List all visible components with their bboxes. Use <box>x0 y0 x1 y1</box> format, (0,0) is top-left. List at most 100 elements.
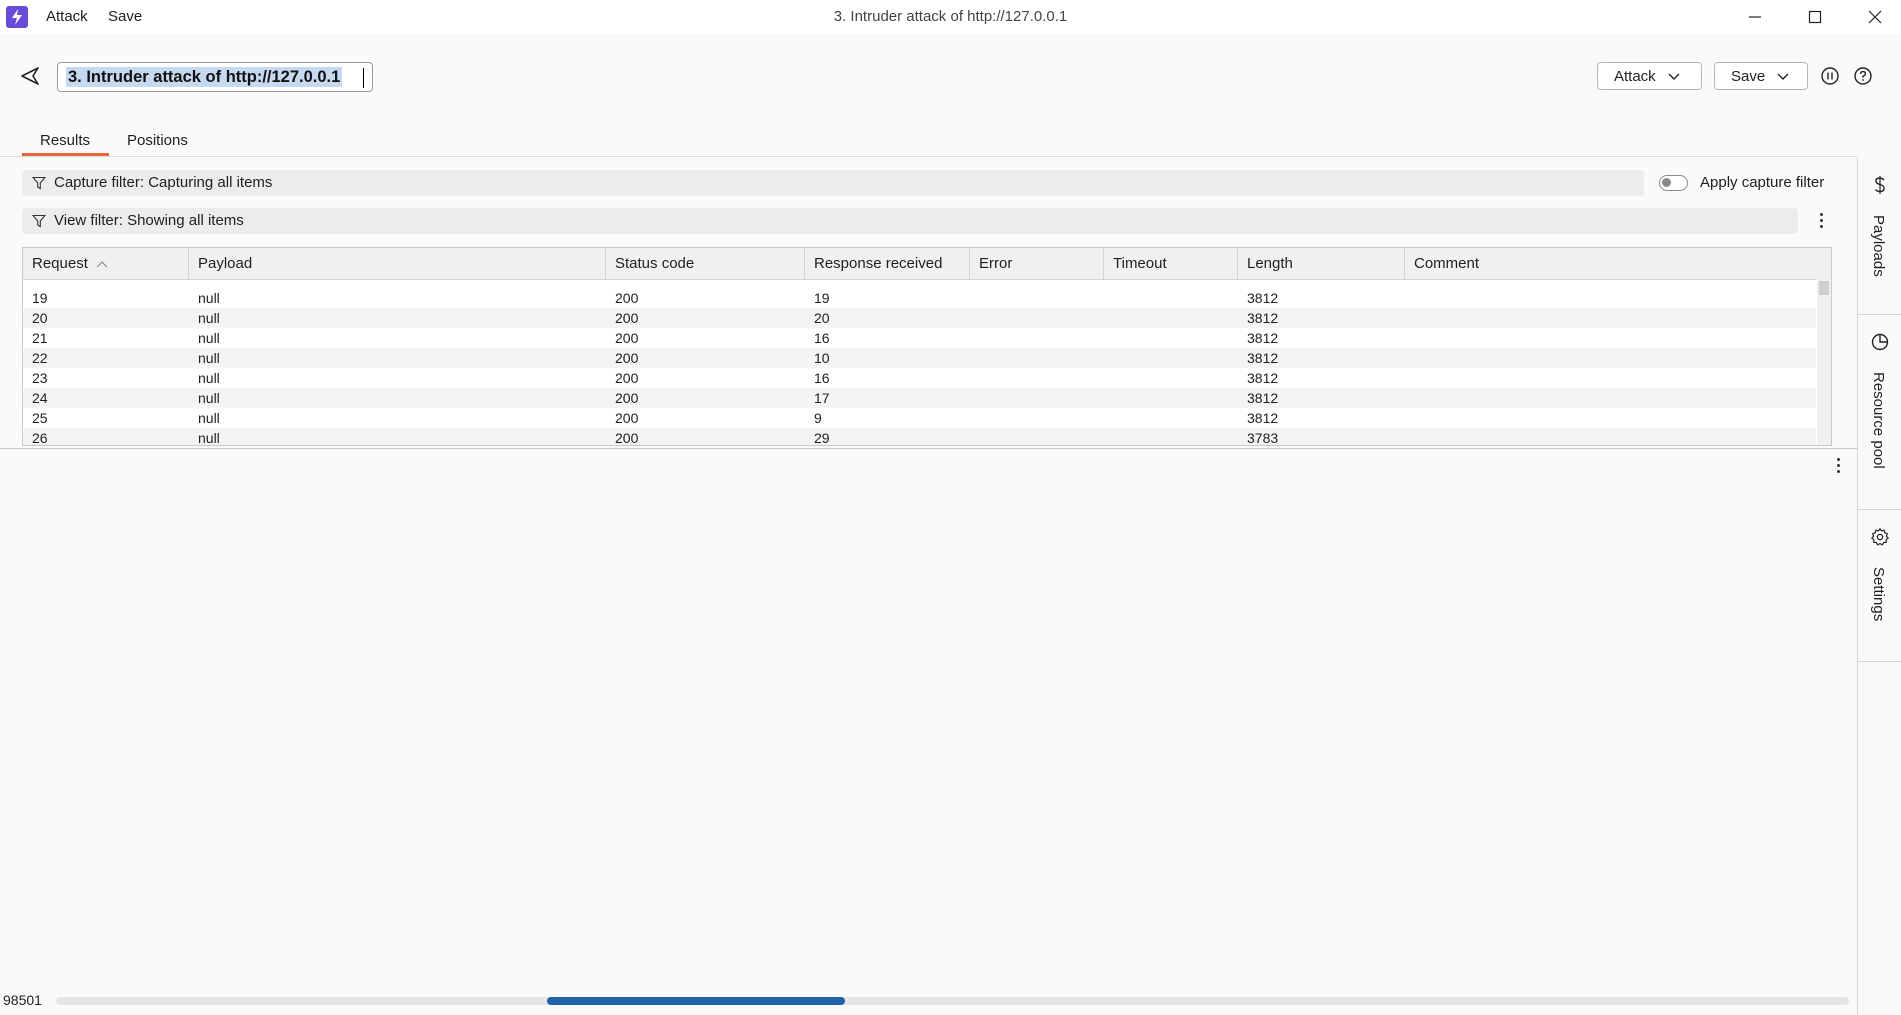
table-cell: 200 <box>615 330 639 346</box>
capture-filter-bar[interactable]: Capture filter: Capturing all items <box>22 170 1644 196</box>
sort-ascending-icon <box>96 261 108 268</box>
attack-name-input[interactable]: 3. Intruder attack of http://127.0.0.1 <box>57 62 373 92</box>
sidebar-item-resource-pool[interactable]: Resource pool <box>1858 314 1901 510</box>
table-options-button[interactable] <box>1817 213 1825 231</box>
attack-dropdown-label: Attack <box>1614 68 1656 85</box>
table-row[interactable]: 25 null 200 9 3812 <box>23 408 1816 428</box>
tab-results[interactable]: Results <box>40 132 90 149</box>
sidebar-label-payloads: Payloads <box>1870 215 1887 277</box>
filter-icon <box>32 214 46 228</box>
table-cell: 19 <box>814 290 830 306</box>
table-cell: 10 <box>814 350 830 366</box>
right-sidebar: Payloads Resource pool Settings <box>1857 157 1901 1015</box>
table-cell: 3812 <box>1247 350 1279 366</box>
window-title: 3. Intruder attack of http://127.0.0.1 <box>833 8 1068 25</box>
table-cell: 23 <box>32 370 48 386</box>
table-cell: 3812 <box>1247 290 1279 306</box>
view-filter-label: View filter: Showing all items <box>54 212 244 229</box>
table-cell: null <box>198 350 220 366</box>
save-dropdown-button[interactable]: Save <box>1714 62 1808 90</box>
dollar-icon <box>1874 176 1885 194</box>
request-count: 98501 <box>3 992 42 1008</box>
table-cell: 200 <box>615 350 639 366</box>
table-cell: 16 <box>814 370 830 386</box>
table-cell: null <box>198 390 220 406</box>
table-row[interactable]: 21 null 200 16 3812 <box>23 328 1816 348</box>
table-row[interactable]: 24 null 200 17 3812 <box>23 388 1816 408</box>
table-cell: 200 <box>615 290 639 306</box>
filter-icon <box>32 176 46 190</box>
close-window-button[interactable] <box>1854 4 1896 30</box>
sidebar-label-resource-pool: Resource pool <box>1870 372 1887 469</box>
table-cell: 200 <box>615 410 639 426</box>
send-back-icon <box>21 67 39 85</box>
back-button[interactable] <box>18 64 46 90</box>
table-scroll-thumb[interactable] <box>1819 281 1829 295</box>
table-cell: 3783 <box>1247 430 1279 446</box>
table-cell: 19 <box>32 290 48 306</box>
split-divider[interactable] <box>0 448 1857 449</box>
table-row[interactable]: 22 null 200 10 3812 <box>23 348 1816 368</box>
table-cell: 3812 <box>1247 410 1279 426</box>
sidebar-item-settings[interactable]: Settings <box>1858 509 1901 662</box>
table-row[interactable]: 26 null 200 29 3783 <box>23 428 1816 446</box>
attack-name-text: 3. Intruder attack of http://127.0.0.1 <box>66 67 343 87</box>
maximize-button[interactable] <box>1794 4 1836 30</box>
lower-panel-options-button[interactable] <box>1834 458 1842 476</box>
table-row-partial[interactable] <box>23 268 1816 288</box>
close-icon <box>1868 10 1882 24</box>
chevron-down-icon <box>1777 73 1789 80</box>
minimize-icon <box>1749 16 1761 18</box>
table-cell: null <box>198 410 220 426</box>
table-vertical-scrollbar[interactable] <box>1817 279 1831 445</box>
view-filter-bar[interactable]: View filter: Showing all items <box>22 208 1798 234</box>
table-cell: 20 <box>814 310 830 326</box>
results-table: Request Payload Status code Response rec… <box>22 247 1832 446</box>
table-row[interactable]: 19 null 200 19 3812 <box>23 288 1816 308</box>
horizontal-scroll-thumb[interactable] <box>547 997 845 1005</box>
capture-filter-label: Capture filter: Capturing all items <box>54 174 273 191</box>
table-row[interactable]: 23 null 200 16 3812 <box>23 368 1816 388</box>
table-row[interactable]: 20 null 200 20 3812 <box>23 308 1816 328</box>
table-cell: 3812 <box>1247 310 1279 326</box>
help-button[interactable] <box>1852 65 1874 87</box>
table-cell: 200 <box>615 390 639 406</box>
table-cell: 20 <box>32 310 48 326</box>
gear-icon <box>1871 528 1889 546</box>
table-cell: 17 <box>814 390 830 406</box>
table-cell: 3812 <box>1247 330 1279 346</box>
table-cell: 25 <box>32 410 48 426</box>
table-cell: null <box>198 370 220 386</box>
minimize-button[interactable] <box>1734 4 1776 30</box>
table-cell: 21 <box>32 330 48 346</box>
table-cell: 29 <box>814 430 830 446</box>
table-cell: 16 <box>814 330 830 346</box>
table-cell: null <box>198 430 220 446</box>
table-cell: 200 <box>615 430 639 446</box>
apply-capture-filter-label: Apply capture filter <box>1700 174 1825 191</box>
table-cell: 3812 <box>1247 390 1279 406</box>
attack-dropdown-button[interactable]: Attack <box>1597 62 1702 90</box>
table-cell: 3812 <box>1247 370 1279 386</box>
table-cell: 26 <box>32 430 48 446</box>
table-cell: 9 <box>814 410 822 426</box>
maximize-icon <box>1808 10 1822 24</box>
table-cell: null <box>198 310 220 326</box>
table-cell: null <box>198 290 220 306</box>
pause-icon <box>1821 67 1839 85</box>
apply-capture-filter-toggle[interactable] <box>1659 175 1688 191</box>
sidebar-item-payloads[interactable]: Payloads <box>1858 157 1901 315</box>
chevron-down-icon <box>1668 73 1680 80</box>
table-cell: 22 <box>32 350 48 366</box>
table-cell: 200 <box>615 370 639 386</box>
tab-positions[interactable]: Positions <box>127 132 188 149</box>
table-cell: 200 <box>615 310 639 326</box>
pause-button[interactable] <box>1819 65 1841 87</box>
table-cell: null <box>198 330 220 346</box>
pie-chart-icon <box>1871 333 1889 351</box>
horizontal-scrollbar[interactable] <box>56 997 1849 1005</box>
help-icon <box>1854 67 1872 85</box>
sidebar-label-settings: Settings <box>1870 567 1887 622</box>
table-cell: 24 <box>32 390 48 406</box>
tabs-divider <box>0 156 1857 157</box>
